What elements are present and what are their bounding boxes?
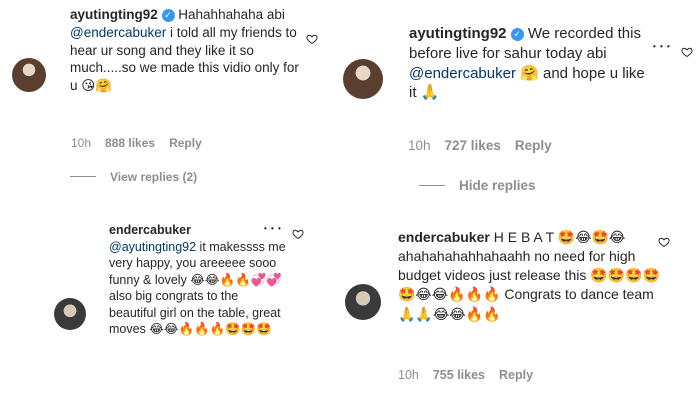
reply-avatar[interactable] [345, 284, 381, 320]
emoji-group: 😂😂🔥🔥🔥🤩🤩🤩 [149, 321, 272, 336]
likes-count[interactable]: 727 likes [445, 138, 501, 153]
verified-icon: ✓ [161, 9, 175, 22]
comment-text: Hahahhahaha abi [174, 7, 285, 22]
mention-link[interactable]: @endercabuker [409, 65, 516, 82]
verified-icon: ✓ [510, 28, 524, 41]
emoji: 🙏 [420, 83, 440, 102]
replies-divider [419, 185, 445, 186]
emoji-group: 😂😂🔥🔥💞💞 [190, 271, 282, 287]
comment-username[interactable]: ayutingting92 [409, 25, 507, 42]
right-comment-panel: ayutingting92 ✓ We recorded this before … [335, 0, 700, 400]
reply-meta: 10h 755 likes Reply [398, 368, 547, 382]
like-heart-icon[interactable] [681, 46, 693, 58]
comment-body: ayutingting92 ✓ Hahahhahaha abi @enderca… [70, 6, 300, 96]
reply-text-3: Congrats to dance team [500, 286, 654, 303]
avatar[interactable] [12, 58, 46, 92]
comment-meta: 10h 727 likes Reply [408, 138, 566, 153]
comment-meta: 10h 888 likes Reply [71, 136, 216, 150]
reply-button[interactable]: Reply [499, 368, 533, 382]
comment-username[interactable]: ayutingting92 [70, 7, 158, 22]
likes-count[interactable]: 888 likes [105, 136, 155, 150]
hide-replies-label: Hide replies [459, 178, 536, 193]
comment-time[interactable]: 10h [71, 136, 91, 150]
view-replies-button[interactable]: View replies (2) [70, 170, 197, 184]
more-options-icon[interactable]: • • • [264, 224, 282, 233]
reply-text: H E B A T [489, 229, 558, 245]
like-heart-icon[interactable] [292, 228, 304, 240]
emoji-group: 😘🤗 [81, 78, 113, 95]
avatar[interactable] [343, 59, 383, 99]
comment-body: ayutingting92 ✓ We recorded this before … [409, 24, 649, 103]
reply-body: endercabuker @ayutingting92 it makessss … [109, 222, 287, 338]
reply-username[interactable]: endercabuker [109, 222, 287, 239]
left-comment-panel: ayutingting92 ✓ Hahahhahaha abi @enderca… [0, 0, 330, 400]
emoji-group: 🤩😂🤩😂 [557, 230, 626, 246]
mention-link[interactable]: @endercabuker [70, 25, 166, 40]
reply-body: endercabuker H E B A T 🤩😂🤩😂 ahahahahahha… [398, 228, 666, 324]
emoji: 🤗 [520, 63, 539, 82]
likes-count[interactable]: 755 likes [433, 368, 485, 382]
more-options-icon[interactable]: • • • [653, 42, 671, 51]
like-heart-icon[interactable] [658, 236, 670, 248]
replies-divider [70, 176, 96, 177]
reply-time[interactable]: 10h [398, 368, 419, 382]
like-heart-icon[interactable] [306, 33, 318, 45]
hide-replies-button[interactable]: Hide replies [419, 178, 536, 193]
reply-button[interactable]: Reply [515, 138, 552, 153]
view-replies-label: View replies (2) [110, 170, 198, 184]
reply-button[interactable]: Reply [169, 136, 202, 150]
reply-avatar[interactable] [54, 298, 86, 330]
reply-username[interactable]: endercabuker [398, 229, 490, 245]
reply-mention-link[interactable]: @ayutingting92 [109, 240, 196, 254]
comment-time[interactable]: 10h [408, 138, 431, 153]
emoji-group: 🙏🙏😂😂🔥🔥 [398, 306, 501, 323]
